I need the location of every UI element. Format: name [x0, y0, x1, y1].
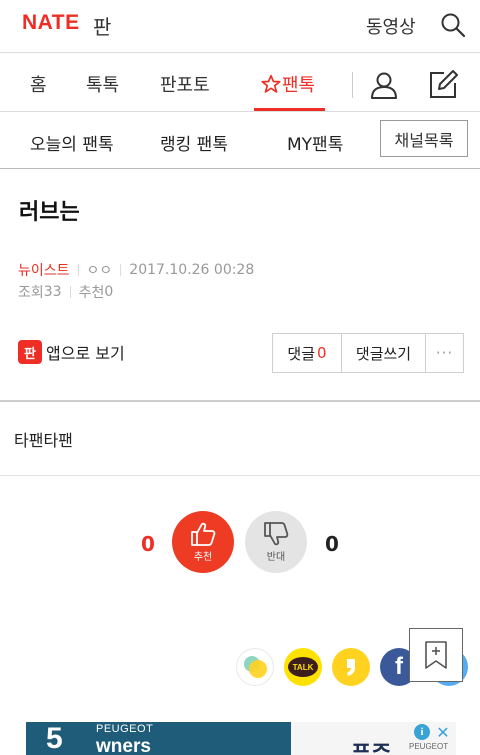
edit-icon — [430, 70, 458, 98]
kakaotalk-icon: TALK — [288, 657, 318, 677]
tab-toktok[interactable]: 톡톡 — [86, 71, 119, 97]
gnb-divider — [0, 111, 480, 112]
article-meta: 뉴이스트 ㅇㅇ 2017.10.26 00:28 — [18, 260, 254, 280]
downvote-label: 반대 — [266, 552, 286, 563]
open-in-app-button[interactable]: 판 앱으로 보기 — [18, 340, 125, 364]
advertisement-banner[interactable]: 5 PEUGEOT wners ᄑᄌ PEUGEOT i ✕ — [26, 722, 456, 755]
quote-icon — [347, 659, 355, 676]
article-nickname: ㅇㅇ — [86, 263, 113, 279]
meta-separator — [77, 264, 79, 276]
comments-count: 0 — [317, 344, 327, 362]
meta-separator — [69, 286, 71, 298]
downvote-count: 0 — [325, 532, 339, 556]
downvote-button[interactable]: 반대 — [245, 511, 307, 573]
ad-right-brand: PEUGEOT — [409, 742, 449, 751]
thumbs-up-icon — [191, 522, 216, 546]
tab-fantalk-label: 팬톡 — [282, 75, 316, 96]
pann-app-icon: 판 — [18, 340, 42, 364]
article-title: 러브는 — [19, 200, 80, 225]
write-comment-button[interactable]: 댓글쓰기 — [342, 334, 426, 372]
more-options-button[interactable]: ··· — [426, 334, 463, 372]
ad-number: 5 — [46, 722, 63, 755]
pan-logo[interactable]: 판 — [93, 11, 111, 40]
upvote-label: 추천 — [193, 552, 213, 563]
tab-home[interactable]: 홈 — [30, 71, 47, 97]
channel-list-button[interactable]: 채널목록 — [380, 120, 468, 157]
comment-actions: 댓글 0 댓글쓰기 ··· — [272, 333, 464, 373]
tab-ranking-fantalk[interactable]: 랭킹 팬톡 — [160, 130, 228, 155]
user-icon — [371, 72, 397, 99]
share-kakaotalk-button[interactable]: TALK — [284, 648, 322, 686]
bookmark-add-icon — [425, 641, 447, 669]
open-in-app-label: 앱으로 보기 — [46, 344, 125, 363]
search-button[interactable] — [440, 12, 466, 38]
bookmark-button[interactable] — [409, 628, 463, 682]
views-label: 조회 — [18, 285, 44, 301]
kakaotalk-label: TALK — [292, 662, 314, 672]
body-divider — [0, 475, 480, 476]
tab-panphoto[interactable]: 판포토 — [160, 71, 210, 97]
ad-right-panel: ᄑᄌ PEUGEOT — [291, 722, 456, 755]
tab-my-fantalk[interactable]: MY팬톡 — [287, 130, 343, 155]
ad-info-icon[interactable]: i — [414, 724, 430, 740]
article-stats: 조회 33 추천 0 — [18, 282, 113, 302]
nate-logo[interactable]: NATE — [22, 11, 80, 35]
article-date: 2017.10.26 00:28 — [129, 262, 255, 278]
upvote-count: 0 — [141, 532, 155, 556]
meta-separator — [120, 264, 122, 276]
ad-right-text: ᄑᄌ — [351, 741, 392, 755]
star-icon — [261, 74, 281, 93]
share-kakaopage-button[interactable] — [332, 648, 370, 686]
tab-today-fantalk[interactable]: 오늘의 팬톡 — [30, 130, 114, 155]
recommend-label: 추천 — [78, 285, 105, 301]
article-author[interactable]: 뉴이스트 — [18, 260, 70, 280]
comments-button[interactable]: 댓글 0 — [273, 334, 342, 372]
ad-close-icon[interactable]: ✕ — [434, 723, 452, 742]
article-body: 타팬타팬 — [14, 431, 73, 450]
views-count: 33 — [43, 284, 62, 300]
ad-brand: PEUGEOT — [96, 723, 154, 735]
share-kakaostory-button[interactable] — [236, 648, 274, 686]
tab-fantalk[interactable]: 팬톡 — [261, 71, 315, 97]
ad-headline: wners — [96, 736, 151, 755]
kakaostory-icon — [244, 656, 267, 678]
article-header-divider — [0, 400, 480, 402]
write-post-button[interactable] — [427, 68, 459, 100]
facebook-icon: f — [395, 653, 403, 680]
comments-label: 댓글 — [287, 344, 316, 363]
search-icon — [441, 13, 466, 38]
upvote-button[interactable]: 추천 — [172, 511, 234, 573]
thumbs-down-icon — [264, 522, 289, 546]
video-link[interactable]: 동영상 — [366, 13, 416, 39]
recommend-count: 0 — [104, 284, 114, 300]
gnb-separator — [352, 72, 353, 98]
user-button[interactable] — [369, 70, 399, 100]
header-divider — [0, 52, 480, 53]
subnav-divider — [0, 168, 480, 169]
